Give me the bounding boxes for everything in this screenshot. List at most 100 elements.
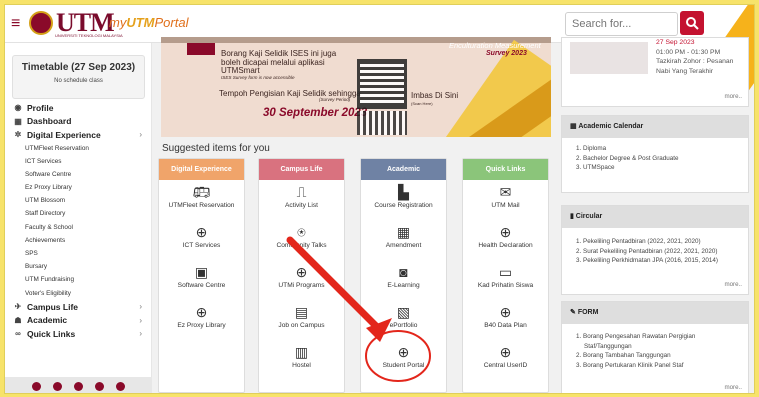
- building-icon: ▥: [294, 344, 309, 360]
- card-list: 1. Borang Pengesahan Rawatan Pergigian S…: [562, 324, 748, 370]
- news-date: 27 Sep 2023: [656, 39, 695, 46]
- card-header: ✎ FORM: [562, 302, 748, 324]
- chart-icon: ⎍: [296, 184, 307, 200]
- tile-label: Community Talks: [276, 242, 327, 249]
- sidebar-item-label: Dashboard: [27, 116, 72, 127]
- tile-activity-list[interactable]: ⎍ Activity List: [259, 180, 344, 220]
- banner-text: ISES Survey form is now accessible: [221, 75, 295, 80]
- news-card[interactable]: 27 Sep 2023 01:00 PM - 01:30 PM Tazkirah…: [561, 37, 749, 107]
- timetable-card[interactable]: Timetable (27 Sep 2023) No schedule clas…: [12, 55, 145, 99]
- sidebar-subitem[interactable]: ICT Services: [5, 155, 152, 168]
- qr-code-image: [357, 59, 407, 109]
- globe-icon: ⊕: [397, 344, 410, 360]
- more-link[interactable]: more..: [724, 384, 742, 391]
- sidebar-item-profile[interactable]: ◉ Profile: [5, 101, 152, 115]
- tile-label: Ez Proxy Library: [177, 322, 226, 329]
- list-item[interactable]: 3. Borang Pertukaran Klinik Panel Staf: [576, 361, 740, 371]
- list-item[interactable]: 2. Bachelor Degree & Post Graduate: [576, 154, 740, 164]
- tile-eportfolio[interactable]: ▧ ePortfolio: [361, 300, 446, 340]
- list-item[interactable]: 3. UTMSpace: [576, 163, 740, 173]
- sidebar-subitem[interactable]: UTMFleet Reservation: [5, 142, 152, 155]
- column-header[interactable]: Quick Links: [463, 159, 548, 180]
- tile-ict-services[interactable]: ⊕ ICT Services: [159, 220, 244, 260]
- tile-central-userid[interactable]: ⊕ Central UserID: [463, 340, 548, 380]
- tile-label: ICT Services: [182, 242, 221, 249]
- tile-amendment[interactable]: ▦ Amendment: [361, 220, 446, 260]
- sidebar-item-label: Academic: [27, 315, 68, 325]
- sidebar-item-quick-links[interactable]: ∞ Quick Links ›: [5, 327, 152, 341]
- chevron-right-icon: ›: [139, 329, 142, 338]
- more-link[interactable]: more..: [724, 281, 742, 288]
- list-item[interactable]: 1. Borang Pengesahan Rawatan Pergigian: [576, 332, 740, 342]
- tile-software-centre[interactable]: ▣ Software Centre: [159, 260, 244, 300]
- tile-student-portal[interactable]: ⊕ Student Portal: [361, 340, 446, 380]
- list-item[interactable]: 3. Pekeliling Perkhidmatan JPA (2016, 20…: [576, 256, 740, 266]
- list-item[interactable]: 2. Surat Pekeliling Pentadbiran (2022, 2…: [576, 247, 740, 257]
- column-header[interactable]: Academic: [361, 159, 446, 180]
- search-button[interactable]: [680, 11, 704, 35]
- sidebar-subitem[interactable]: SPS: [5, 247, 152, 260]
- sidebar-item-dashboard[interactable]: ▦ Dashboard: [5, 115, 152, 129]
- sidebar-subitem[interactable]: UTM Blossom: [5, 194, 152, 207]
- sidebar-item-label: Quick Links: [27, 328, 76, 339]
- tile-kad-prihatin-siswa[interactable]: ▭ Kad Prihatin Siswa: [463, 260, 548, 300]
- banner-date: 30 September 2023: [263, 107, 368, 119]
- tile-job-on-campus[interactable]: ▤ Job on Campus: [259, 300, 344, 340]
- banner-text: (Scan Here): [411, 101, 433, 106]
- tile-utmi-programs[interactable]: ⊕ UTMi Programs: [259, 260, 344, 300]
- tile-label: Amendment: [385, 242, 422, 249]
- instagram-icon[interactable]: [74, 381, 83, 391]
- tile-label: Health Declaration: [478, 242, 533, 249]
- column-header[interactable]: Digital Experience: [159, 159, 244, 180]
- tile-b40-data-plan[interactable]: ⊕ B40 Data Plan: [463, 300, 548, 340]
- academic-calendar-card: ▦ Academic Calendar 1. Diploma 2. Bachel…: [561, 115, 749, 193]
- tile-health-declaration[interactable]: ⊕ Health Declaration: [463, 220, 548, 260]
- globe-icon: ⊕: [499, 344, 512, 360]
- column-quick-links: Quick Links ✉ UTM Mail ⊕ Health Declaratio…: [462, 158, 549, 393]
- tile-label: E-Learning: [387, 282, 420, 289]
- sidebar: Timetable (27 Sep 2023) No schedule clas…: [5, 43, 152, 393]
- portal-window: ≡ UTM UNIVERSITI TEKNOLOGI MALAYSIA myUT…: [4, 4, 755, 394]
- card-icon: ▭: [498, 264, 513, 280]
- tile-hostel[interactable]: ▥ Hostel: [259, 340, 344, 380]
- portal-suffix: Portal: [154, 15, 189, 30]
- tile-label: Course Registration: [374, 202, 433, 209]
- tile-e-learning[interactable]: ◙ E-Learning: [361, 260, 446, 300]
- tile-label: Kad Prihatin Siswa: [477, 282, 534, 289]
- sidebar-subitem[interactable]: UTM Fundraising: [5, 273, 152, 286]
- sidebar-subitem[interactable]: Faculty & School: [5, 221, 152, 234]
- search-input[interactable]: [565, 12, 678, 36]
- menu-toggle-icon[interactable]: ≡: [11, 15, 20, 33]
- banner-text: Survey 2023: [486, 50, 527, 57]
- tile-utmfleet-reservation[interactable]: 🚌︎ UTMFleet Reservation: [159, 180, 244, 220]
- more-link[interactable]: more..: [724, 93, 742, 100]
- list-item[interactable]: 1. Diploma: [576, 144, 740, 154]
- sidebar-item-campus-life[interactable]: ✈ Campus Life ›: [5, 300, 152, 314]
- sidebar-subitem[interactable]: Voter's Eligibility: [5, 287, 152, 300]
- sidebar-subitem[interactable]: Bursary: [5, 260, 152, 273]
- sidebar-item-academic[interactable]: ☗ Academic ›: [5, 313, 152, 327]
- sidebar-nav: ◉ Profile ▦ Dashboard ✲ Digital Experience ›…: [5, 101, 152, 340]
- tile-label: Job on Campus: [278, 322, 325, 329]
- sidebar-subitem[interactable]: Staff Directory: [5, 207, 152, 220]
- tile-course-registration[interactable]: ▙ Course Registration: [361, 180, 446, 220]
- list-item[interactable]: 1. Pekeliling Pentadbiran (2022, 2021, 2…: [576, 237, 740, 247]
- linkedin-icon[interactable]: [95, 381, 104, 391]
- tile-community-talks[interactable]: ⍟ Community Talks: [259, 220, 344, 260]
- sidebar-subitem[interactable]: Software Centre: [5, 168, 152, 181]
- list-item[interactable]: 2. Borang Tambahan Tanggungan: [576, 351, 740, 361]
- facebook-icon[interactable]: [32, 381, 41, 391]
- survey-banner[interactable]: Borang Kaji Selidik ISES ini juga boleh …: [161, 37, 551, 137]
- youtube-icon[interactable]: [116, 381, 125, 391]
- sidebar-subitem[interactable]: Achievements: [5, 234, 152, 247]
- list-item[interactable]: Staf/Tanggungan: [576, 342, 740, 352]
- sidebar-subitem[interactable]: Ez Proxy Library: [5, 181, 152, 194]
- circular-card: ▮ Circular 1. Pekeliling Pentadbiran (20…: [561, 205, 749, 295]
- column-header[interactable]: Campus Life: [259, 159, 344, 180]
- tile-utm-mail[interactable]: ✉ UTM Mail: [463, 180, 548, 220]
- banner-badge: [187, 43, 215, 55]
- tile-ez-proxy-library[interactable]: ⊕ Ez Proxy Library: [159, 300, 244, 340]
- myutm-portal-logo[interactable]: myUTMPortal: [109, 15, 188, 30]
- sidebar-item-digital-experience[interactable]: ✲ Digital Experience ›: [5, 128, 152, 142]
- twitter-icon[interactable]: [53, 381, 62, 391]
